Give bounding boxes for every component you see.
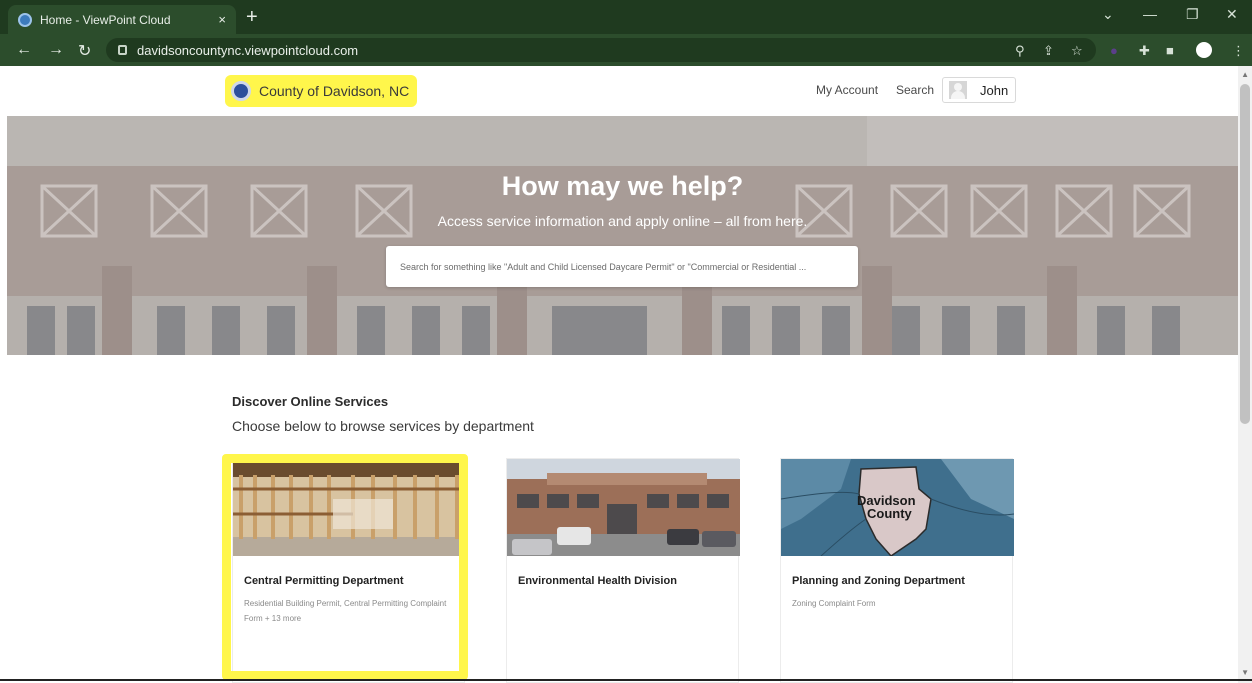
- card-title: Planning and Zoning Department: [792, 575, 965, 587]
- tab-title: Home - ViewPoint Cloud: [40, 12, 171, 27]
- tab-close-icon[interactable]: ×: [218, 12, 226, 27]
- site-header: County of Davidson, NC My Account Search…: [0, 66, 1238, 116]
- site-brand[interactable]: County of Davidson, NC: [225, 75, 418, 107]
- menu-icon[interactable]: ⋮: [1232, 43, 1245, 59]
- back-icon[interactable]: ←: [16, 41, 32, 59]
- scroll-up-icon[interactable]: ▲: [1241, 70, 1249, 79]
- share-icon[interactable]: ⇪: [1043, 43, 1054, 59]
- browser-address-bar: ← → ↻ davidsoncountync.viewpointcloud.co…: [0, 34, 1252, 66]
- user-name: John: [980, 82, 1009, 98]
- forward-icon[interactable]: →: [48, 41, 64, 59]
- url-text: davidsoncountync.viewpointcloud.com: [137, 42, 359, 58]
- county-building-photo-image: [507, 459, 740, 556]
- new-tab-button[interactable]: +: [246, 7, 258, 27]
- map-label-county: County: [867, 506, 913, 521]
- hero-subtitle: Access service information and apply onl…: [437, 213, 808, 229]
- puzzle-icon[interactable]: ✚: [1139, 43, 1150, 59]
- browser-tab-bar: Home - ViewPoint Cloud × + ⌄ — ❐ ✕: [0, 0, 1252, 34]
- reload-icon[interactable]: ↻: [78, 41, 91, 61]
- minimize-icon[interactable]: —: [1143, 6, 1157, 22]
- url-field[interactable]: davidsoncountync.viewpointcloud.com: [106, 38, 1096, 62]
- sidebar-icon[interactable]: ■: [1166, 43, 1174, 58]
- extension-icon[interactable]: ●: [1110, 43, 1118, 58]
- close-window-icon[interactable]: ✕: [1226, 6, 1238, 23]
- star-icon[interactable]: ☆: [1071, 43, 1083, 59]
- my-account-link[interactable]: My Account: [816, 83, 878, 97]
- user-avatar-icon: [949, 81, 967, 99]
- department-card-planning-zoning[interactable]: Davidson County Planning and Zoning Depa…: [780, 458, 1014, 683]
- lock-icon: [118, 45, 127, 55]
- brand-name: County of Davidson, NC: [259, 83, 410, 99]
- service-search-input[interactable]: [386, 246, 858, 287]
- page-viewport: County of Davidson, NC My Account Search…: [0, 66, 1238, 683]
- card-title: Environmental Health Division: [518, 575, 677, 587]
- department-card-environmental-health[interactable]: Environmental Health Division: [506, 458, 740, 683]
- scrollbar-thumb[interactable]: [1240, 84, 1250, 424]
- services-heading: Discover Online Services: [232, 394, 389, 409]
- profile-icon[interactable]: [1196, 42, 1212, 58]
- building-background-image: [7, 116, 1238, 355]
- county-seal-icon: [231, 81, 251, 101]
- search-link[interactable]: Search: [896, 83, 934, 97]
- county-map-image: Davidson County: [781, 459, 1014, 556]
- bottom-border: [0, 679, 1252, 681]
- card-description: Zoning Complaint Form: [792, 599, 876, 608]
- tab-list-icon[interactable]: ⌄: [1102, 6, 1114, 23]
- scroll-down-icon[interactable]: ▼: [1241, 668, 1249, 677]
- hero-banner: How may we help? Access service informat…: [7, 116, 1238, 355]
- zoom-icon[interactable]: ⚲: [1015, 43, 1025, 59]
- services-subheading: Choose below to browse services by depar…: [232, 418, 534, 434]
- site-favicon-icon: [18, 12, 32, 27]
- hero-title: How may we help?: [501, 171, 744, 201]
- restore-icon[interactable]: ❐: [1186, 6, 1199, 23]
- user-menu-button[interactable]: John: [942, 77, 1016, 103]
- highlight-annotation: [222, 454, 468, 680]
- browser-tab[interactable]: Home - ViewPoint Cloud ×: [8, 5, 236, 34]
